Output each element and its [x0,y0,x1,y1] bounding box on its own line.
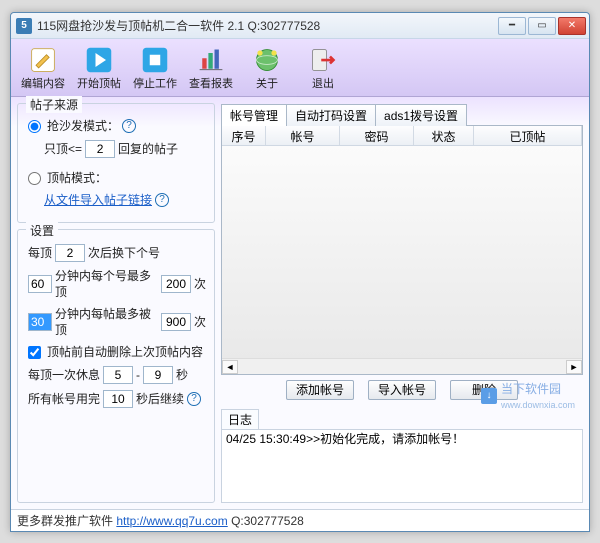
all-used-wait-input[interactable] [103,390,133,408]
label: 顶帖前自动删除上次顶帖内容 [47,344,203,360]
label: 次 [194,276,206,292]
tab-strip: 帐号管理 自动打码设置 ads1拨号设置 [221,103,583,125]
pencil-icon [28,45,58,75]
tb-label: 退出 [312,75,334,91]
rest-min-input[interactable] [103,366,133,384]
limit-acct-max-input[interactable] [161,275,191,293]
log-group: 日志 04/25 15:30:49>>初始化完成，请添加帐号！ [221,409,583,503]
close-button[interactable]: ✕ [558,17,586,35]
help-icon[interactable]: ? [187,392,201,406]
tb-exit[interactable]: 退出 [295,41,351,95]
account-table-header: 序号 帐号 密码 状态 已顶帖 [222,126,582,146]
tb-label: 开始顶帖 [77,75,121,91]
limit-acct-minutes-input[interactable] [28,275,52,293]
help-icon[interactable]: ? [122,119,136,133]
tb-view-report[interactable]: 查看报表 [183,41,239,95]
tb-label: 停止工作 [133,75,177,91]
tab-captcha-settings[interactable]: 自动打码设置 [286,104,376,126]
footer-suffix: Q:302777528 [228,514,304,528]
tb-edit-content[interactable]: 编辑内容 [15,41,71,95]
play-icon [84,45,114,75]
col-bumped[interactable]: 已顶帖 [474,126,582,145]
app-window: 5 115网盘抢沙发与顶帖机二合一软件 2.1 Q:302777528 ━ ▭ … [10,12,590,532]
only-bump-suffix: 回复的帖子 [118,141,178,157]
add-account-button[interactable]: 添加帐号 [286,380,354,400]
import-posts-link[interactable]: 从文件导入帖子链接 [44,192,152,208]
label: 所有帐号用完 [28,391,100,407]
label: 秒后继续 [136,391,184,407]
tb-about[interactable]: 关于 [239,41,295,95]
log-title: 日志 [221,409,259,429]
label: 每顶 [28,245,52,261]
source-group: 帖子来源 抢沙发模式： ? 只顶<= 回复的帖子 顶帖模式： 从文件导入帖子链接 [17,103,215,223]
window-title: 115网盘抢沙发与顶帖机二合一软件 2.1 Q:302777528 [37,17,496,34]
title-bar[interactable]: 5 115网盘抢沙发与顶帖机二合一软件 2.1 Q:302777528 ━ ▭ … [11,13,589,39]
group-title: 设置 [26,222,58,239]
tab-adsl-settings[interactable]: ads1拨号设置 [375,104,467,126]
only-bump-input[interactable] [85,140,115,158]
log-line: 04/25 15:30:49>>初始化完成，请添加帐号！ [226,432,464,446]
col-index[interactable]: 序号 [222,126,266,145]
label: - [136,367,140,383]
globe-icon [252,45,282,75]
label: 分钟内每个号最多顶 [55,268,158,300]
horizontal-scrollbar[interactable]: ◄ ► [222,358,582,374]
col-status[interactable]: 状态 [414,126,474,145]
account-table-body[interactable] [222,146,582,358]
tb-label: 编辑内容 [21,75,65,91]
tb-stop-work[interactable]: 停止工作 [127,41,183,95]
limit-post-max-input[interactable] [161,313,191,331]
minimize-button[interactable]: ━ [498,17,526,35]
tb-start-bump[interactable]: 开始顶帖 [71,41,127,95]
tab-account-mgmt[interactable]: 帐号管理 [221,104,287,126]
mode-bump-label: 顶帖模式： [47,170,107,186]
label: 次 [194,314,206,330]
footer-prefix: 更多群发推广软件 [17,514,116,528]
label: 每顶一次休息 [28,367,100,383]
label: 秒 [176,367,188,383]
log-output[interactable]: 04/25 15:30:49>>初始化完成，请添加帐号！ [221,429,583,503]
help-icon[interactable]: ? [155,193,169,207]
limit-post-minutes-input[interactable] [28,313,52,331]
toolbar: 编辑内容 开始顶帖 停止工作 查看报表 关于 退出 [11,39,589,97]
auto-delete-checkbox[interactable] [28,346,41,359]
mode-sofa-label: 抢沙发模式： [47,118,119,134]
col-password[interactable]: 密码 [340,126,414,145]
stop-icon [140,45,170,75]
only-bump-prefix: 只顶<= [44,141,82,157]
group-title: 帖子来源 [26,96,82,113]
tb-label: 关于 [256,75,278,91]
delete-account-button[interactable]: 删除 [450,380,518,400]
rest-max-input[interactable] [143,366,173,384]
exit-icon [308,45,338,75]
maximize-button[interactable]: ▭ [528,17,556,35]
bars-icon [196,45,226,75]
label: 分钟内每帖最多被顶 [55,306,158,338]
bumps-per-switch-input[interactable] [55,244,85,262]
status-bar: 更多群发推广软件 http://www.qq7u.com Q:302777528 [11,509,589,531]
app-icon: 5 [16,18,32,34]
settings-group: 设置 每顶 次后换下个号 分钟内每个号最多顶 次 分钟内每帖最多被顶 次 [17,229,215,503]
tab-panel: 序号 帐号 密码 状态 已顶帖 ◄ ► [221,125,583,375]
mode-sofa-radio[interactable] [28,120,41,133]
footer-link[interactable]: http://www.qq7u.com [116,514,227,528]
import-account-button[interactable]: 导入帐号 [368,380,436,400]
col-account[interactable]: 帐号 [266,126,340,145]
label: 次后换下个号 [88,245,160,261]
scroll-right-icon[interactable]: ► [566,360,582,374]
tb-label: 查看报表 [189,75,233,91]
scroll-left-icon[interactable]: ◄ [222,360,238,374]
mode-bump-radio[interactable] [28,172,41,185]
